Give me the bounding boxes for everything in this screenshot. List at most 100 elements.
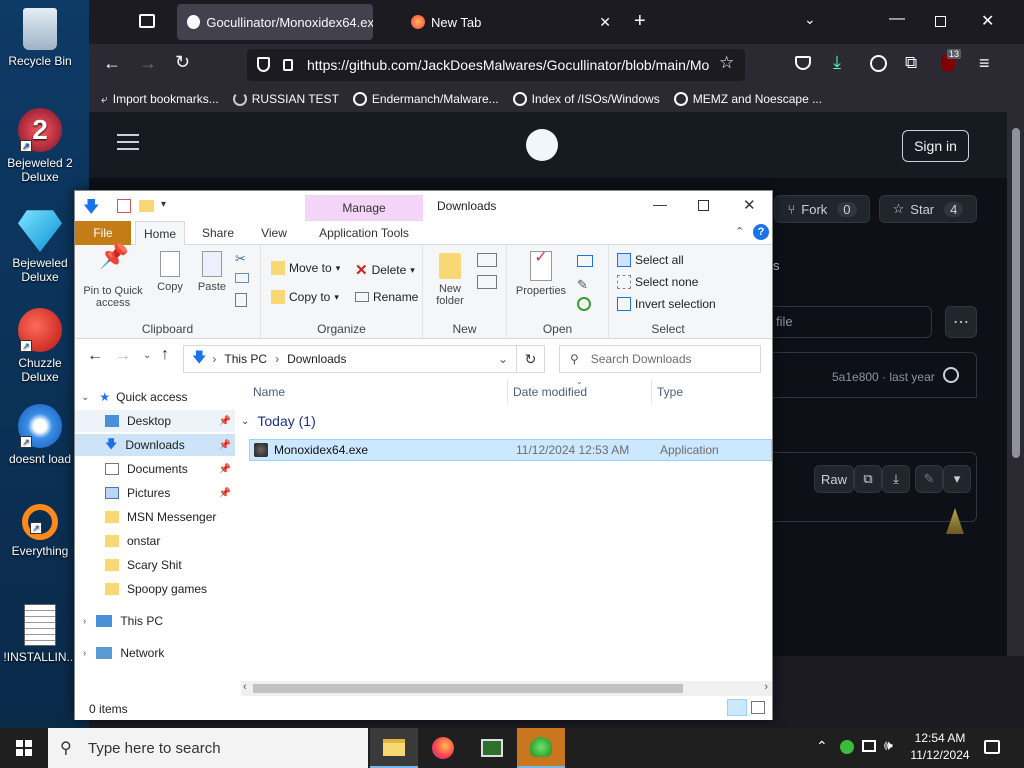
nav-item-onstar[interactable]: onstar [75, 530, 235, 552]
group-header-today[interactable]: ⌄ Today (1) [241, 413, 316, 429]
tab-new-tab[interactable]: New Tab ✕ [411, 4, 611, 40]
large-icons-view-icon[interactable] [751, 701, 765, 714]
horizontal-scrollbar[interactable]: ‹ › [241, 681, 772, 696]
commit-info-text[interactable]: 5a1e800 · last year [832, 370, 935, 384]
manage-context-tab[interactable]: Manage [305, 195, 423, 221]
bookmark-russian-test[interactable]: RUSSIAN TEST [232, 92, 339, 106]
tab-home[interactable]: Home [135, 221, 185, 245]
properties-button[interactable]: ✓ Properties [513, 250, 569, 298]
easy-access-icon[interactable] [477, 275, 497, 289]
nav-item-pictures[interactable]: Pictures 📌 [75, 482, 235, 504]
scroll-right-icon[interactable]: › [764, 681, 768, 693]
desktop-icon-recycle-bin[interactable]: Recycle Bin [2, 8, 78, 68]
tab-share[interactable]: Share [193, 221, 243, 245]
bookmark-star-icon[interactable]: ☆ [719, 53, 734, 73]
copy-path-icon[interactable] [235, 273, 249, 283]
maximize-icon[interactable] [698, 200, 709, 211]
search-input[interactable]: ⚲ Search Downloads [559, 345, 761, 373]
close-tab-icon[interactable]: ✕ [599, 14, 611, 31]
show-hidden-icons-icon[interactable]: ⌃ [816, 738, 828, 755]
maximize-icon[interactable] [935, 16, 946, 27]
invert-selection-button[interactable]: Invert selection [617, 297, 716, 311]
tab-file[interactable]: File [75, 221, 131, 245]
edit-dropdown-button[interactable]: ▾ [943, 465, 971, 493]
delete-button[interactable]: ✕ Delete ▾ [355, 261, 415, 279]
reload-icon[interactable]: ↻ [175, 52, 190, 73]
more-options-button[interactable]: ⋯ [945, 306, 977, 338]
bookmark-isos[interactable]: Index of /ISOs/Windows [512, 92, 660, 106]
nav-item-spoopy-games[interactable]: Spoopy games [75, 578, 235, 600]
paste-shortcut-icon[interactable] [235, 293, 247, 307]
firefox-view-icon[interactable] [139, 14, 155, 28]
minimize-icon[interactable]: — [889, 10, 905, 28]
taskbar-file-explorer[interactable] [370, 728, 418, 768]
tab-application-tools[interactable]: Application Tools [305, 221, 423, 245]
copy-button[interactable]: Copy [151, 251, 189, 293]
pin-to-quick-access-button[interactable]: 📌 Pin to Quick access [81, 245, 145, 310]
bookmark-memz[interactable]: MEMZ and Noescape ... [673, 92, 822, 106]
quick-access-down-arrow-icon[interactable]: 🡇 [83, 196, 99, 223]
breadcrumb-this-pc[interactable]: This PC [224, 352, 267, 366]
taskbar-search-box[interactable]: ⚲ Type here to search [48, 728, 368, 768]
back-icon[interactable]: ← [103, 53, 121, 74]
fork-button[interactable]: ⑂ Fork 0 [774, 195, 870, 223]
minimize-icon[interactable]: — [653, 196, 667, 212]
breadcrumb-downloads[interactable]: Downloads [287, 352, 346, 366]
hamburger-menu-icon[interactable] [117, 134, 139, 150]
taskbar-firefox[interactable] [419, 728, 467, 768]
tab-view[interactable]: View [249, 221, 299, 245]
collapse-chevron-icon[interactable]: › [83, 648, 86, 659]
list-all-tabs-icon[interactable]: ⌄ [804, 11, 816, 28]
collapse-chevron-icon[interactable]: › [83, 616, 86, 627]
new-folder-qa-icon[interactable] [139, 200, 154, 212]
clock[interactable]: 12:54 AM 11/12/2024 [902, 730, 978, 764]
new-tab-button[interactable]: + [634, 10, 646, 33]
nav-item-desktop[interactable]: Desktop 📌 [75, 410, 235, 432]
nav-item-msn-messenger[interactable]: MSN Messenger [75, 506, 235, 528]
recent-locations-icon[interactable]: ⌄ [143, 350, 151, 361]
address-bar[interactable]: 🡇 › This PC › Downloads ⌄ [183, 345, 517, 373]
nav-item-documents[interactable]: Documents 📌 [75, 458, 235, 480]
refresh-icon[interactable]: ↻ [517, 345, 545, 373]
taskbar-notepad[interactable] [468, 728, 516, 768]
raw-button[interactable]: Raw [814, 465, 854, 493]
details-view-icon[interactable] [727, 699, 747, 716]
nav-quick-access[interactable]: ⌄ ★ Quick access [75, 386, 235, 408]
taskbar-msn-messenger[interactable] [517, 728, 565, 768]
nav-this-pc[interactable]: › This PC [75, 610, 235, 632]
download-raw-button[interactable]: ⤓ [882, 465, 910, 493]
menu-hamburger-icon[interactable]: ≡ [979, 53, 990, 74]
desktop-icon-bejeweled[interactable]: Bejeweled Deluxe [2, 208, 78, 284]
copy-raw-button[interactable]: ⧉ [854, 465, 882, 493]
new-folder-button[interactable]: New folder [429, 253, 471, 307]
history-icon[interactable] [577, 297, 591, 311]
extension-ublock-icon[interactable]: 13 [941, 49, 962, 72]
bookmark-endermanch[interactable]: Endermanch/Malware... [352, 92, 499, 106]
help-icon[interactable]: ? [753, 224, 769, 240]
table-row[interactable]: Monoxidex64.exe 11/12/2024 12:53 AM Appl… [249, 439, 772, 461]
column-header-name[interactable]: Name [253, 385, 285, 399]
desktop-icon-everything[interactable]: ↗ Everything [2, 504, 78, 558]
open-icon[interactable] [577, 255, 593, 267]
nav-item-downloads[interactable]: 🡇 Downloads 📌 [75, 434, 235, 456]
nav-item-scary-shit[interactable]: Scary Shit [75, 554, 235, 576]
expand-chevron-icon[interactable]: ⌄ [81, 392, 89, 403]
start-button[interactable] [0, 728, 48, 768]
network-tray-icon[interactable] [862, 740, 876, 752]
desktop-icon-installin[interactable]: !INSTALLIN... [2, 604, 78, 664]
volume-icon[interactable]: 🕪 [884, 737, 893, 754]
up-icon[interactable]: ↑ [161, 346, 169, 364]
edit-button[interactable]: ✎ [915, 465, 943, 493]
bookmark-import[interactable]: ⤶ Import bookmarks... [101, 92, 219, 107]
scrollbar-thumb[interactable] [1012, 128, 1020, 458]
url-bar[interactable]: https://github.com/JackDoesMalwares/Gocu… [247, 49, 745, 81]
customize-qa-dropdown-icon[interactable]: ▾ [161, 199, 166, 210]
close-window-icon[interactable]: ✕ [981, 11, 994, 31]
notifications-icon[interactable] [984, 740, 1000, 754]
desktop-icon-chuzzle[interactable]: ↗ Chuzzle Deluxe [2, 308, 78, 384]
select-all-button[interactable]: Select all [617, 253, 684, 267]
properties-check-icon[interactable] [117, 199, 131, 213]
nav-network[interactable]: › Network [75, 642, 235, 664]
downloads-icon[interactable]: ⤓ [833, 52, 841, 73]
rename-button[interactable]: Rename [355, 290, 418, 304]
